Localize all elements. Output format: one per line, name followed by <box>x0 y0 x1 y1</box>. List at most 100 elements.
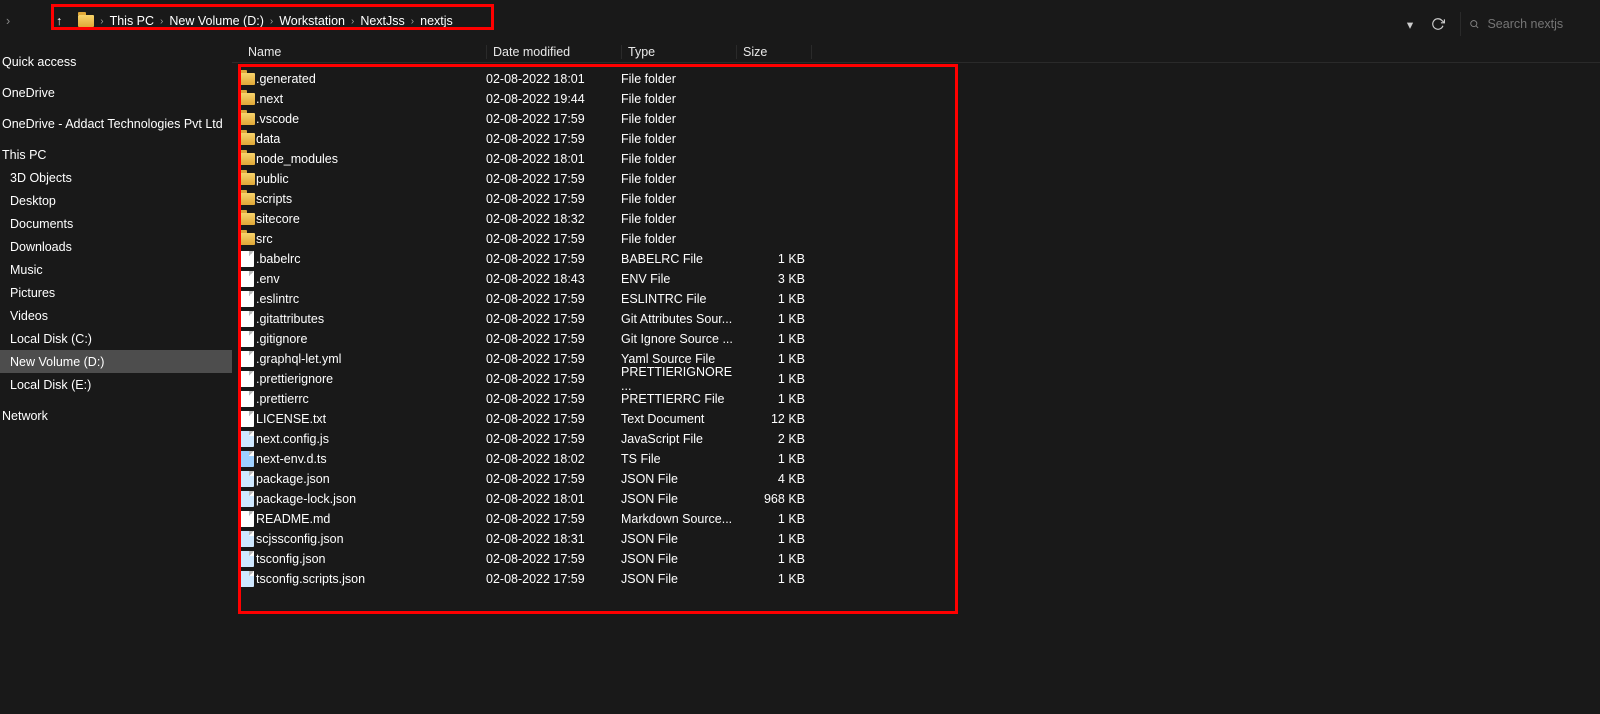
file-row[interactable]: scripts02-08-2022 17:59File folder <box>232 189 1600 209</box>
file-date: 02-08-2022 18:31 <box>486 532 621 546</box>
sidebar-item[interactable]: New Volume (D:) <box>0 350 232 373</box>
file-row[interactable]: tsconfig.scripts.json02-08-2022 17:59JSO… <box>232 569 1600 589</box>
file-size: 1 KB <box>736 312 811 326</box>
file-row[interactable]: .babelrc02-08-2022 17:59BABELRC File1 KB <box>232 249 1600 269</box>
file-type: JSON File <box>621 532 736 546</box>
sidebar-item[interactable]: Music <box>0 258 232 281</box>
file-date: 02-08-2022 17:59 <box>486 112 621 126</box>
search-box[interactable] <box>1460 12 1600 36</box>
sidebar-item[interactable]: Downloads <box>0 235 232 258</box>
file-row[interactable]: data02-08-2022 17:59File folder <box>232 129 1600 149</box>
json-file-icon <box>240 531 254 547</box>
breadcrumb-item[interactable]: nextjs <box>420 14 453 28</box>
file-name: LICENSE.txt <box>256 412 486 426</box>
sidebar-item[interactable]: 3D Objects <box>0 166 232 189</box>
breadcrumb-item[interactable]: Workstation <box>279 14 345 28</box>
json-file-icon <box>240 431 254 447</box>
file-icon <box>240 371 254 387</box>
chevron-down-icon[interactable]: ▾ <box>1396 12 1424 36</box>
chevron-right-icon[interactable]: › <box>268 16 275 27</box>
file-name: .gitattributes <box>256 312 486 326</box>
address-bar[interactable]: › This PC › New Volume (D:) › Workstatio… <box>72 9 1600 33</box>
json-file-icon <box>240 471 254 487</box>
file-row[interactable]: .generated02-08-2022 18:01File folder <box>232 69 1600 89</box>
file-row[interactable]: tsconfig.json02-08-2022 17:59JSON File1 … <box>232 549 1600 569</box>
up-arrow-icon[interactable]: ↑ <box>56 14 62 28</box>
search-input[interactable] <box>1485 16 1600 32</box>
file-row[interactable]: next-env.d.ts02-08-2022 18:02TS File1 KB <box>232 449 1600 469</box>
chevron-right-icon[interactable]: › <box>409 16 416 27</box>
file-date: 02-08-2022 17:59 <box>486 552 621 566</box>
file-row[interactable]: .next02-08-2022 19:44File folder <box>232 89 1600 109</box>
breadcrumb-item[interactable]: New Volume (D:) <box>169 14 263 28</box>
sidebar-item[interactable]: Pictures <box>0 281 232 304</box>
file-date: 02-08-2022 17:59 <box>486 372 621 386</box>
file-type: Markdown Source... <box>621 512 736 526</box>
chevron-right-icon[interactable]: › <box>98 16 105 27</box>
sidebar-item[interactable]: Videos <box>0 304 232 327</box>
file-row[interactable]: .prettierignore02-08-2022 17:59PRETTIERI… <box>232 369 1600 389</box>
file-icon <box>240 391 254 407</box>
file-row[interactable]: .env02-08-2022 18:43ENV File3 KB <box>232 269 1600 289</box>
file-row[interactable]: .graphql-let.yml02-08-2022 17:59Yaml Sou… <box>232 349 1600 369</box>
file-row[interactable]: package.json02-08-2022 17:59JSON File4 K… <box>232 469 1600 489</box>
file-date: 02-08-2022 18:43 <box>486 272 621 286</box>
file-row[interactable]: .gitignore02-08-2022 17:59Git Ignore Sou… <box>232 329 1600 349</box>
refresh-icon[interactable] <box>1424 12 1452 36</box>
file-size: 1 KB <box>736 392 811 406</box>
file-type: File folder <box>621 192 736 206</box>
file-row[interactable]: README.md02-08-2022 17:59Markdown Source… <box>232 509 1600 529</box>
file-size: 1 KB <box>736 292 811 306</box>
chevron-right-icon[interactable]: › <box>6 14 10 28</box>
file-row[interactable]: sitecore02-08-2022 18:32File folder <box>232 209 1600 229</box>
folder-icon <box>239 153 255 165</box>
sidebar-item[interactable]: Documents <box>0 212 232 235</box>
file-name: scripts <box>256 192 486 206</box>
file-icon <box>240 411 254 427</box>
sidebar-item[interactable]: Local Disk (C:) <box>0 327 232 350</box>
file-size: 1 KB <box>736 452 811 466</box>
file-date: 02-08-2022 17:59 <box>486 292 621 306</box>
folder-icon <box>239 73 255 85</box>
file-name: .babelrc <box>256 252 486 266</box>
file-row[interactable]: scjssconfig.json02-08-2022 18:31JSON Fil… <box>232 529 1600 549</box>
sidebar-item-this-pc[interactable]: This PC <box>0 143 232 166</box>
file-row[interactable]: node_modules02-08-2022 18:01File folder <box>232 149 1600 169</box>
file-date: 02-08-2022 17:59 <box>486 432 621 446</box>
file-row[interactable]: LICENSE.txt02-08-2022 17:59Text Document… <box>232 409 1600 429</box>
file-row[interactable]: .vscode02-08-2022 17:59File folder <box>232 109 1600 129</box>
sidebar-item[interactable]: Desktop <box>0 189 232 212</box>
address-toolbar-right: ▾ <box>1396 12 1600 36</box>
file-name: .generated <box>256 72 486 86</box>
breadcrumb-item[interactable]: This PC <box>110 14 154 28</box>
file-name: tsconfig.scripts.json <box>256 572 486 586</box>
file-row[interactable]: src02-08-2022 17:59File folder <box>232 229 1600 249</box>
column-header-type[interactable]: Type <box>621 45 736 59</box>
folder-icon <box>239 213 255 225</box>
file-date: 02-08-2022 17:59 <box>486 312 621 326</box>
file-row[interactable]: .prettierrc02-08-2022 17:59PRETTIERRC Fi… <box>232 389 1600 409</box>
json-file-icon <box>240 571 254 587</box>
file-row[interactable]: package-lock.json02-08-2022 18:01JSON Fi… <box>232 489 1600 509</box>
address-bar-row: › ↑ › This PC › New Volume (D:) › Workst… <box>0 6 1600 36</box>
sidebar-item-onedrive-org[interactable]: OneDrive - Addact Technologies Pvt Ltd <box>0 112 232 135</box>
folder-icon <box>239 233 255 245</box>
file-row[interactable]: .gitattributes02-08-2022 17:59Git Attrib… <box>232 309 1600 329</box>
sidebar-item-quick-access[interactable]: Quick access <box>0 50 232 73</box>
chevron-right-icon[interactable]: › <box>349 16 356 27</box>
breadcrumb-item[interactable]: NextJss <box>360 14 404 28</box>
file-name: .prettierignore <box>256 372 486 386</box>
file-row[interactable]: public02-08-2022 17:59File folder <box>232 169 1600 189</box>
file-row[interactable]: .eslintrc02-08-2022 17:59ESLINTRC File1 … <box>232 289 1600 309</box>
sidebar-item-onedrive[interactable]: OneDrive <box>0 81 232 104</box>
column-header-name[interactable]: Name <box>232 45 486 59</box>
chevron-right-icon[interactable]: › <box>158 16 165 27</box>
search-icon <box>1469 18 1479 30</box>
sidebar-item-network[interactable]: Network <box>0 404 232 427</box>
column-header-size[interactable]: Size <box>736 45 811 59</box>
file-name: .vscode <box>256 112 486 126</box>
column-header-date[interactable]: Date modified <box>486 45 621 59</box>
sidebar-item[interactable]: Local Disk (E:) <box>0 373 232 396</box>
file-name: .prettierrc <box>256 392 486 406</box>
file-row[interactable]: next.config.js02-08-2022 17:59JavaScript… <box>232 429 1600 449</box>
